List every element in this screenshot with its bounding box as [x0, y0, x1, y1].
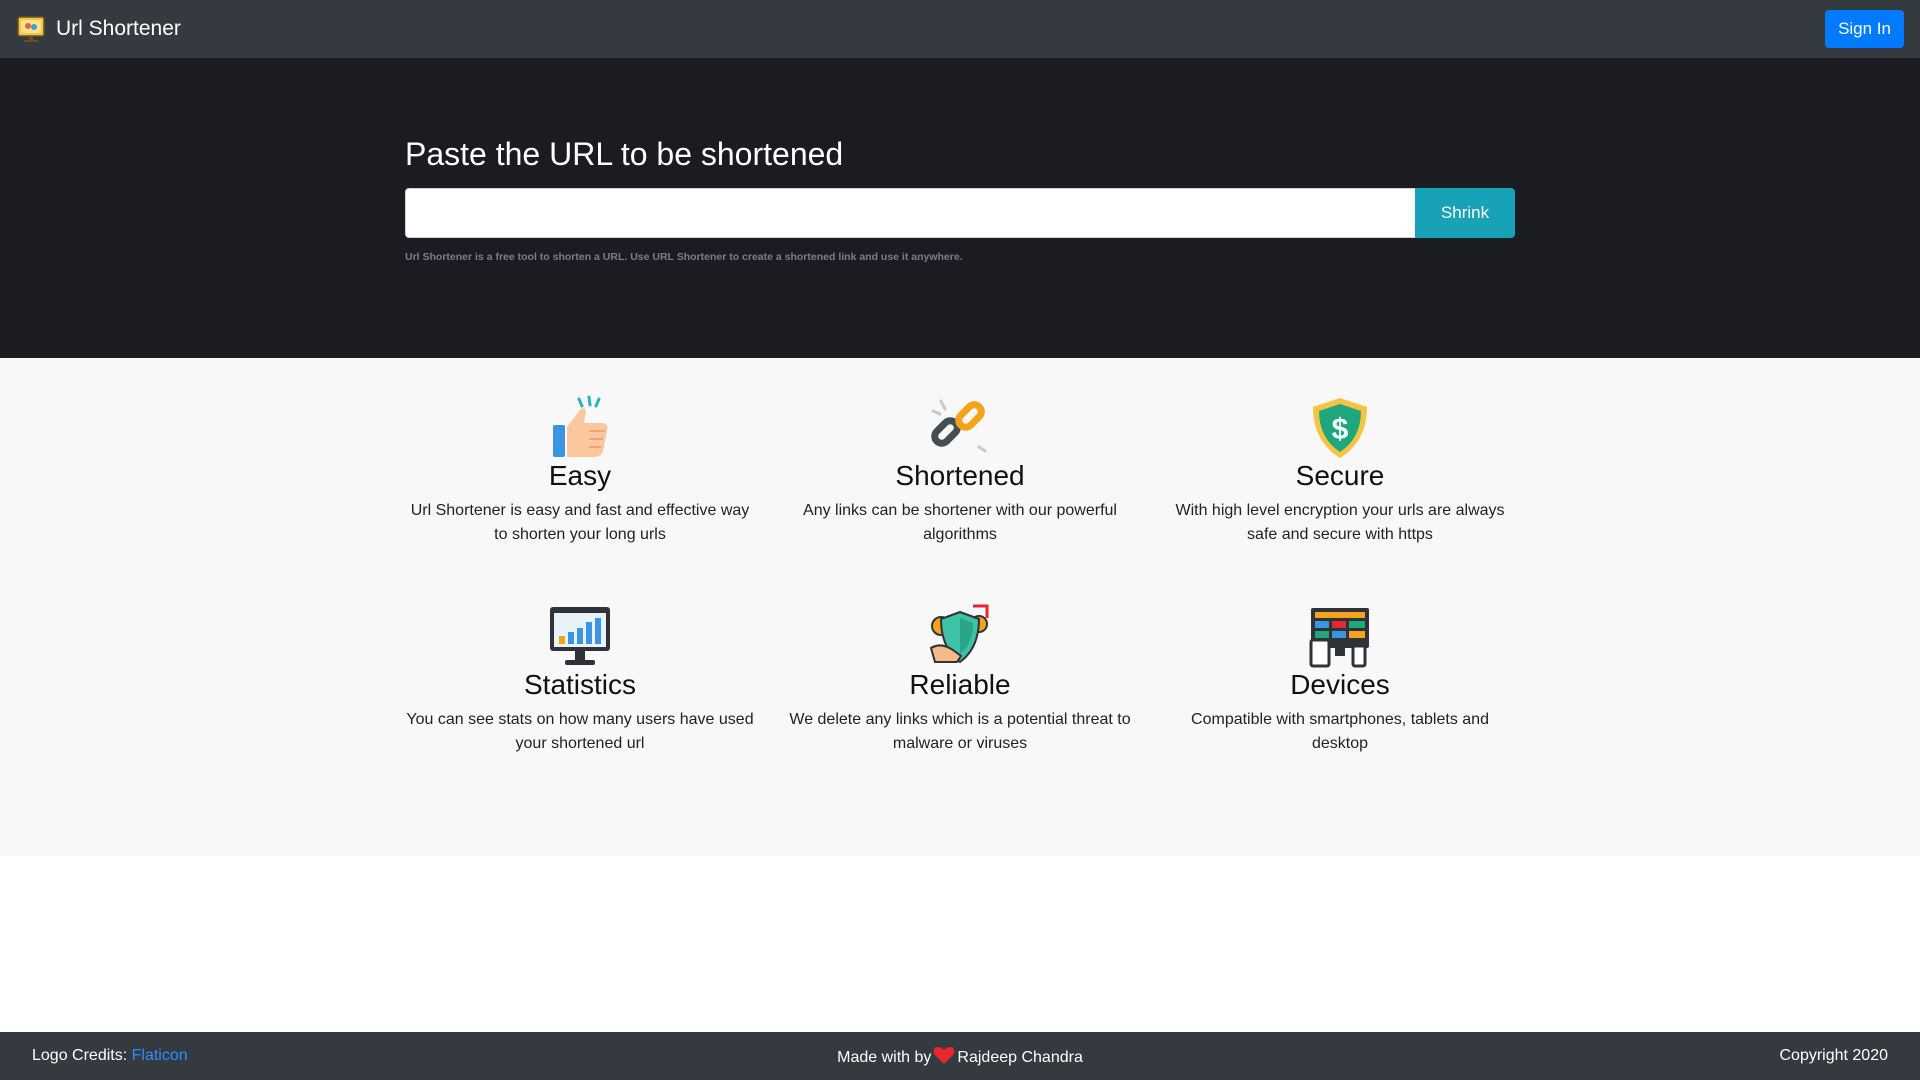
- features-section: Easy Url Shortener is easy and fast and …: [0, 358, 1920, 856]
- feature-secure: $ Secure With high level encryption your…: [1160, 395, 1520, 547]
- flaticon-link[interactable]: Flaticon: [132, 1047, 188, 1064]
- footer-made-with: Made with by Rajdeep Chandra: [0, 1045, 1920, 1067]
- footer: Logo Credits: Flaticon Made with by Rajde…: [0, 1032, 1920, 1080]
- feature-desc: With high level encryption your urls are…: [1175, 502, 1505, 543]
- thumbs-up-icon: [553, 395, 608, 457]
- feature-shortened: Shortened Any links can be shortener wit…: [780, 395, 1140, 547]
- chain-link-icon: [931, 399, 987, 453]
- brand-name: Url Shortener: [56, 17, 181, 40]
- feature-devices: Devices Compatible with smartphones, tab…: [1160, 604, 1520, 756]
- devices-icon: [1309, 608, 1369, 668]
- url-input[interactable]: [405, 188, 1415, 238]
- sign-in-button[interactable]: Sign In: [1825, 10, 1904, 48]
- feature-easy: Easy Url Shortener is easy and fast and …: [400, 395, 760, 547]
- brand-link[interactable]: Url Shortener: [16, 14, 181, 44]
- feature-title: Secure: [1295, 460, 1385, 491]
- feature-statistics: Statistics You can see stats on how many…: [400, 604, 760, 756]
- feature-title: Shortened: [895, 460, 1025, 491]
- credits-label: Logo Credits:: [32, 1047, 128, 1064]
- monitor-link-logo-icon: [17, 16, 45, 42]
- heart-icon: [933, 1046, 955, 1064]
- feature-desc: We delete any links which is a potential…: [789, 711, 1131, 752]
- shrink-button[interactable]: Shrink: [1415, 188, 1515, 238]
- feature-title: Easy: [548, 460, 612, 491]
- shield-gears-icon: [929, 604, 989, 664]
- footer-copyright: Copyright 2020: [1779, 1047, 1888, 1064]
- shield-dollar-icon: $: [1313, 398, 1367, 458]
- url-form: Shrink: [405, 188, 1515, 238]
- monitor-chart-icon: [550, 607, 610, 665]
- feature-title: Statistics: [523, 669, 637, 700]
- svg-text:$: $: [1332, 413, 1349, 446]
- feature-desc: Compatible with smartphones, tablets and…: [1191, 711, 1489, 752]
- hero-content: Paste the URL to be shortened Shrink Url…: [405, 134, 1515, 263]
- navbar: Url Shortener Sign In: [0, 0, 1920, 58]
- feature-reliable: Reliable We delete any links which is a …: [780, 604, 1140, 756]
- hero-title: Paste the URL to be shortened: [405, 136, 844, 172]
- made-with-text: Made with by: [837, 1049, 932, 1066]
- feature-title: Reliable: [909, 669, 1011, 700]
- hero-section: Paste the URL to be shortened Shrink Url…: [0, 58, 1920, 358]
- author-name: Rajdeep Chandra: [957, 1049, 1083, 1066]
- feature-desc: You can see stats on how many users have…: [406, 711, 754, 752]
- feature-desc: Any links can be shortener with our powe…: [803, 502, 1117, 543]
- footer-credits: Logo Credits: Flaticon: [32, 1047, 188, 1065]
- feature-title: Devices: [1290, 669, 1390, 700]
- hero-note: Url Shortener is a free tool to shorten …: [405, 251, 963, 263]
- feature-desc: Url Shortener is easy and fast and effec…: [410, 502, 750, 543]
